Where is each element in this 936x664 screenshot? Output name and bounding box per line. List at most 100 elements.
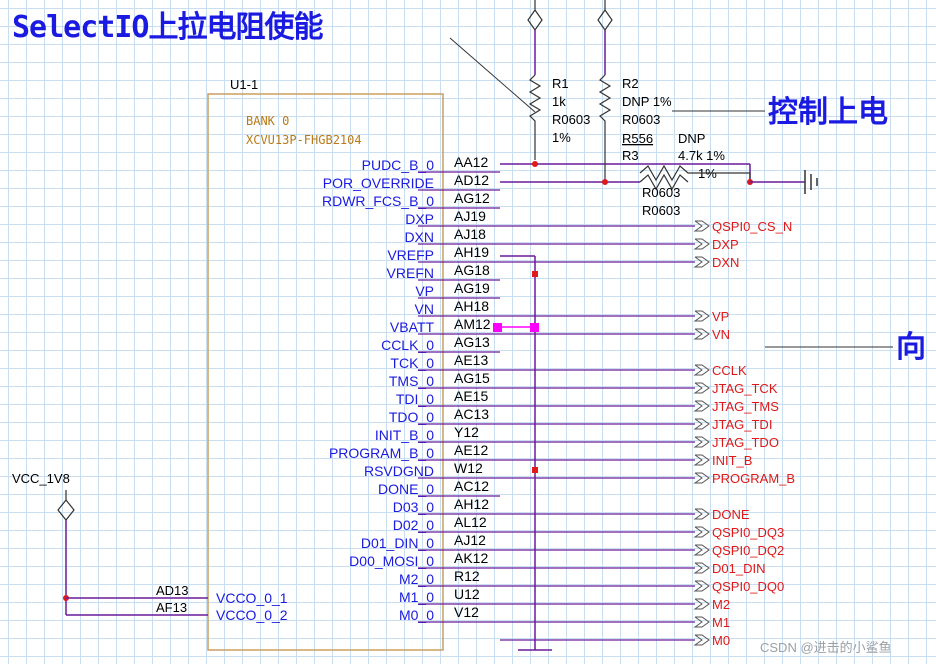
pin-number: AC13 — [454, 406, 489, 422]
pin-number: AK12 — [454, 550, 488, 566]
pin-name: D01_DIN_0 — [361, 535, 434, 551]
pin-number: AE12 — [454, 442, 488, 458]
pin-name: D00_MOSI_0 — [349, 553, 434, 569]
pin-name: D03_0 — [393, 499, 434, 515]
pin-name: DXP — [405, 211, 434, 227]
pin-number: AH19 — [454, 244, 489, 260]
net-port-icon — [693, 256, 710, 268]
vcco-pins: AD13 VCCO_0_1 AF13 VCCO_0_2 — [156, 583, 288, 623]
svg-text:R0603: R0603 — [552, 112, 590, 127]
pin-number: AH18 — [454, 298, 489, 314]
net-port-icon — [693, 310, 710, 322]
net-port-icon — [693, 616, 710, 628]
net-port-icon — [693, 526, 710, 538]
junction-dot — [532, 271, 538, 277]
net-label: JTAG_TDI — [712, 417, 772, 432]
net-label: QSPI0_CS_N — [712, 219, 792, 234]
pin-number: AJ19 — [454, 208, 486, 224]
net-port-icon — [693, 634, 710, 646]
net-port-icon — [693, 598, 710, 610]
resistor-r1: R1 1k R0603 1% — [527, 0, 590, 167]
svg-text:1%: 1% — [552, 130, 571, 145]
pin-name: D02_0 — [393, 517, 434, 533]
bank-label: BANK 0 — [246, 114, 289, 128]
pin-number: U12 — [454, 586, 480, 602]
pin-number: AE15 — [454, 388, 488, 404]
pin-name: TDI_0 — [396, 391, 434, 407]
pin-name: VREFN — [387, 265, 434, 281]
net-label: JTAG_TDO — [712, 435, 779, 450]
net-port-icon — [693, 220, 710, 232]
note-right-top: 控制上电 — [768, 95, 888, 130]
vcco-pin-number: AF13 — [156, 600, 187, 615]
net-label: M1 — [712, 615, 730, 630]
pin-name: TCK_0 — [390, 355, 434, 371]
net-label: M2 — [712, 597, 730, 612]
pin-number: W12 — [454, 460, 483, 476]
pin-name: VREFP — [387, 247, 434, 263]
pin-name: TMS_0 — [389, 373, 434, 389]
net-port-icon — [693, 436, 710, 448]
net-label: CCLK — [712, 363, 747, 378]
vcco-pin-number: AD13 — [156, 583, 189, 598]
svg-text:R0603: R0603 — [622, 112, 660, 127]
pin-number: Y12 — [454, 424, 479, 440]
net-label: QSPI0_DQ3 — [712, 525, 784, 540]
svg-text:4.7k 1%: 4.7k 1% — [678, 148, 725, 163]
pin-name: RSVDGND — [364, 463, 434, 479]
svg-text:R1: R1 — [552, 76, 569, 91]
pin-number: AG12 — [454, 190, 490, 206]
pin-name: DXN — [404, 229, 434, 245]
net-port-icon — [693, 544, 710, 556]
pin-name: PROGRAM_B_0 — [329, 445, 434, 461]
pin-number: V12 — [454, 604, 479, 620]
net-port-icon — [693, 382, 710, 394]
net-label: D01_DIN — [712, 561, 765, 576]
pin-name: PUDC_B_0 — [362, 157, 435, 173]
pin-name: VP — [415, 283, 434, 299]
pin-name: M2_0 — [399, 571, 434, 587]
pin-number: AE13 — [454, 352, 488, 368]
svg-text:VCC_1V8: VCC_1V8 — [12, 471, 70, 486]
svg-text:R0603: R0603 — [642, 203, 680, 218]
net-port-icon — [693, 238, 710, 250]
watermark: CSDN @进击的小鲨鱼 — [760, 640, 892, 655]
callout-line — [449, 37, 536, 113]
pin-number: AA12 — [454, 154, 488, 170]
pin-name: RDWR_FCS_B_0 — [322, 193, 434, 209]
net-port-icon — [693, 454, 710, 466]
svg-text:R2: R2 — [622, 76, 639, 91]
net-port-icon — [693, 580, 710, 592]
pin-number: AJ18 — [454, 226, 486, 242]
net-label: QSPI0_DQ2 — [712, 543, 784, 558]
pin-name: VN — [415, 301, 434, 317]
net-port-icon — [693, 562, 710, 574]
ground-icon — [804, 170, 818, 194]
net-label: PROGRAM_B — [712, 471, 795, 486]
net-label: INIT_B — [712, 453, 752, 468]
pin-number: AC12 — [454, 478, 489, 494]
net-label: DONE — [712, 507, 750, 522]
net-port-icon — [693, 328, 710, 340]
pin-number: R12 — [454, 568, 480, 584]
pin-number: AG19 — [454, 280, 490, 296]
pin-name: CCLK_0 — [381, 337, 434, 353]
pin-number: AL12 — [454, 514, 487, 530]
pin-number: AD12 — [454, 172, 489, 188]
net-label: M0 — [712, 633, 730, 648]
power-port-icon — [57, 490, 75, 521]
pin-list: PUDC_B_0 AA12 POR_OVERRIDE AD12 RDWR_FCS_B_0… — [322, 154, 795, 648]
net-port-icon — [693, 508, 710, 520]
net-port-icon — [693, 418, 710, 430]
pin-name: M1_0 — [399, 589, 434, 605]
pin-name: INIT_B_0 — [375, 427, 434, 443]
svg-text:DNP: DNP — [678, 131, 705, 146]
pin-name: VBATT — [390, 319, 435, 335]
net-label: DXN — [712, 255, 739, 270]
net-label: JTAG_TMS — [712, 399, 779, 414]
pin-number: AG18 — [454, 262, 490, 278]
power-port-icon — [597, 0, 613, 32]
junction-dot — [532, 467, 538, 473]
net-label: QSPI0_DQ0 — [712, 579, 784, 594]
resistor-r3: R556 DNP R3 4.7k 1% 1% R0603 R0603 — [622, 131, 818, 218]
